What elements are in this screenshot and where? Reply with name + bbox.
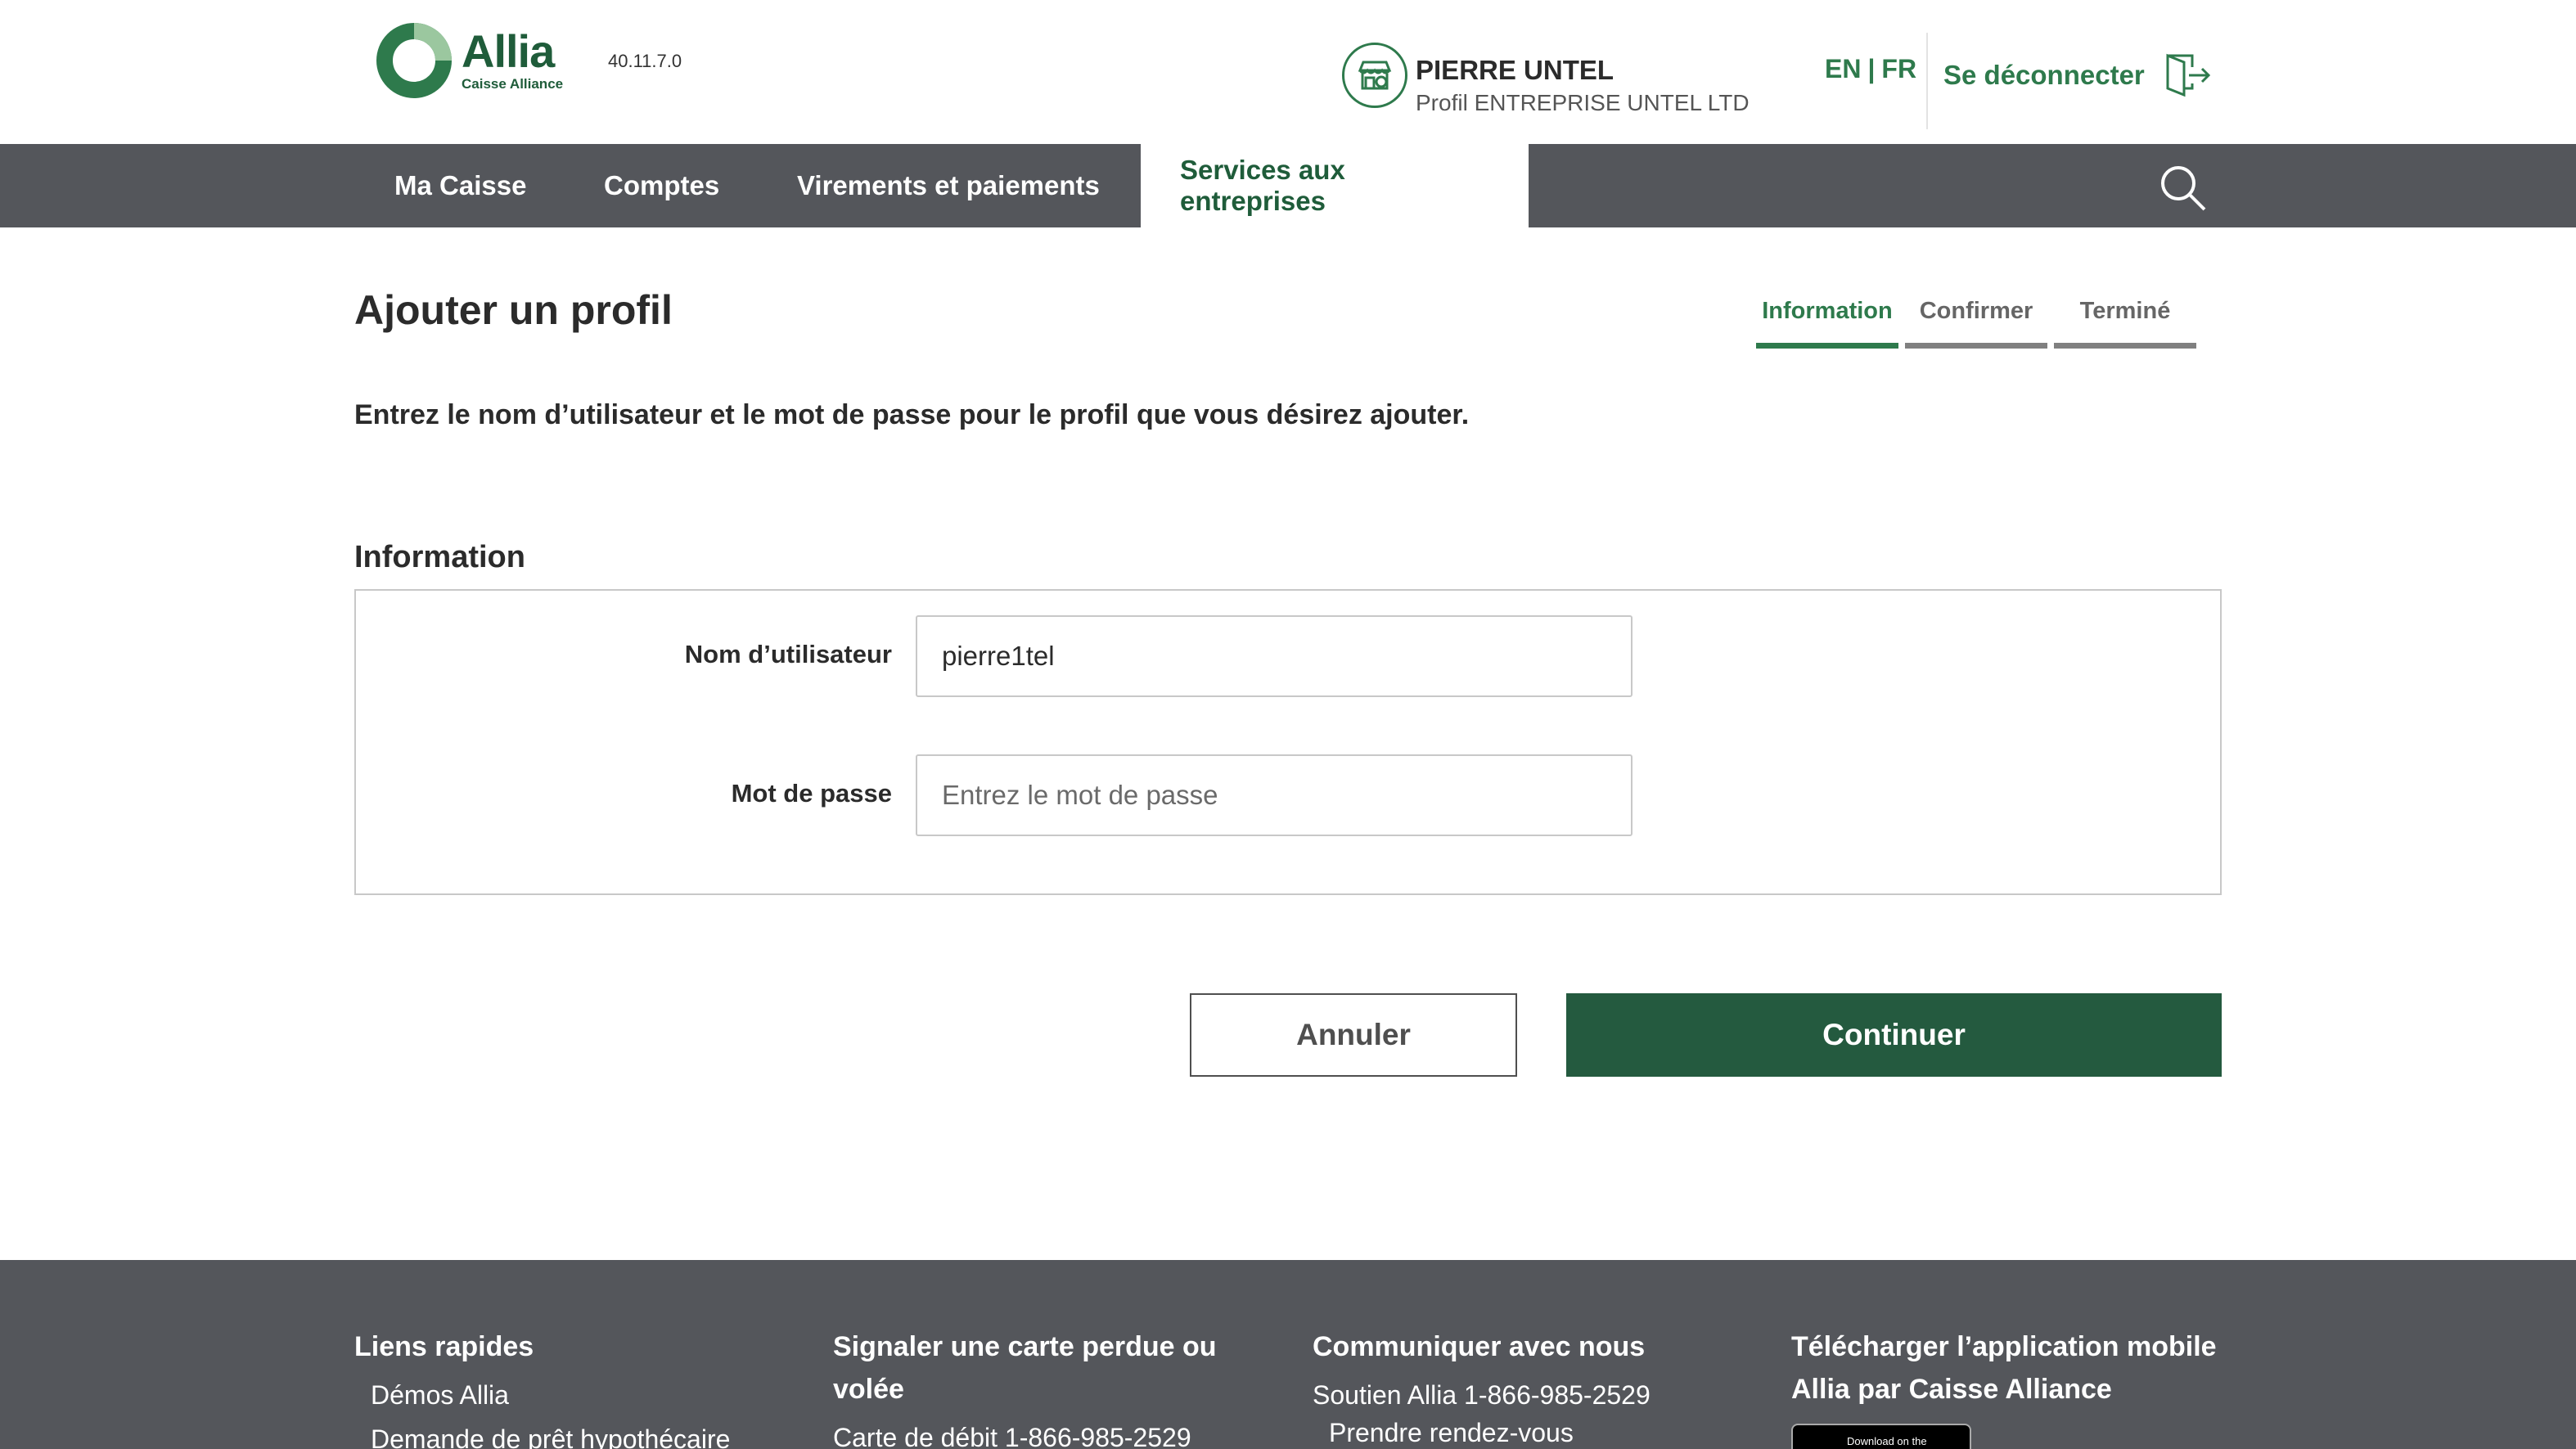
- brand-name: Allia: [462, 25, 555, 77]
- username-input[interactable]: [916, 615, 1633, 697]
- password-input[interactable]: [916, 754, 1633, 836]
- footer-lost-card: Signaler une carte perdue ou volée Carte…: [833, 1325, 1259, 1449]
- step-termine: Terminé: [2054, 298, 2196, 349]
- footer-link-appointment[interactable]: Prendre rendez-vous: [1313, 1414, 1738, 1449]
- section-title: Information: [354, 540, 525, 574]
- main-nav: Ma Caisse Comptes Virements et paiements…: [0, 144, 2576, 227]
- password-label: Mot de passe: [731, 779, 892, 808]
- logout-label: Se déconnecter: [1943, 60, 2145, 90]
- language-switcher: EN | FR: [1825, 54, 1916, 84]
- allia-logo-icon: [376, 23, 452, 98]
- brand-subtitle: Caisse Alliance: [462, 76, 564, 92]
- allia-logo[interactable]: Allia Caisse Alliance: [375, 21, 563, 100]
- footer-heading-contact: Communiquer avec nous: [1313, 1331, 1646, 1362]
- footer: Liens rapides Démos Allia Demande de prê…: [0, 1260, 2576, 1449]
- nav-services-entreprises[interactable]: Services aux entreprises: [1141, 144, 1529, 227]
- lang-fr-link[interactable]: FR: [1881, 54, 1916, 84]
- lang-separator: |: [1867, 54, 1876, 83]
- app-store-badge-text: Download on the: [1847, 1434, 1927, 1447]
- header-divider: [1926, 33, 1928, 129]
- footer-link-debit-card[interactable]: Carte de débit 1-866-985-2529: [833, 1419, 1259, 1449]
- nav-comptes[interactable]: Comptes: [565, 144, 759, 227]
- footer-heading-quick-links: Liens rapides: [354, 1331, 534, 1362]
- step-confirmer: Confirmer: [1905, 298, 2047, 349]
- logout-icon: [2166, 53, 2210, 97]
- intro-text: Entrez le nom d’utilisateur et le mot de…: [354, 399, 1470, 430]
- footer-mobile-app: Télécharger l’application mobile Allia p…: [1791, 1325, 2217, 1449]
- user-profile: Profil ENTREPRISE UNTEL LTD: [1416, 90, 1750, 115]
- nav-ma-caisse[interactable]: Ma Caisse: [355, 144, 565, 227]
- lang-en-link[interactable]: EN: [1825, 54, 1861, 84]
- footer-link-demos[interactable]: Démos Allia: [354, 1376, 780, 1414]
- footer-quick-links: Liens rapides Démos Allia Demande de prê…: [354, 1325, 780, 1449]
- app-version: 40.11.7.0: [608, 51, 682, 71]
- step-information: Information: [1756, 298, 1898, 349]
- continue-button[interactable]: Continuer: [1566, 993, 2222, 1077]
- footer-contact: Communiquer avec nous Soutien Allia 1-86…: [1313, 1325, 1738, 1449]
- logout-button[interactable]: Se déconnecter: [1943, 52, 2212, 98]
- progress-steps: Information Confirmer Terminé: [1756, 298, 2203, 349]
- footer-link-mortgage[interactable]: Demande de prêt hypothécaire: [354, 1420, 780, 1449]
- profile-form: Nom d’utilisateur Mot de passe: [354, 589, 2222, 895]
- cancel-button[interactable]: Annuler: [1190, 993, 1517, 1077]
- page-title: Ajouter un profil: [354, 287, 673, 333]
- footer-heading-lost-card: Signaler une carte perdue ou volée: [833, 1331, 1217, 1405]
- user-info: PIERRE UNTEL Profil ENTREPRISE UNTEL LTD: [1342, 43, 1750, 118]
- footer-link-support[interactable]: Soutien Allia 1-866-985-2529: [1313, 1376, 1738, 1414]
- app-header: Allia Caisse Alliance 40.11.7.0 PIERRE U…: [0, 0, 2576, 144]
- search-icon[interactable]: [2157, 162, 2208, 213]
- business-profile-icon: [1342, 43, 1407, 108]
- username-label: Nom d’utilisateur: [684, 640, 892, 668]
- app-store-badge[interactable]: Download on the: [1791, 1424, 1971, 1449]
- nav-virements-paiements[interactable]: Virements et paiements: [758, 144, 1139, 227]
- footer-heading-mobile-app: Télécharger l’application mobile Allia p…: [1791, 1331, 2217, 1405]
- user-name: PIERRE UNTEL: [1416, 55, 1615, 85]
